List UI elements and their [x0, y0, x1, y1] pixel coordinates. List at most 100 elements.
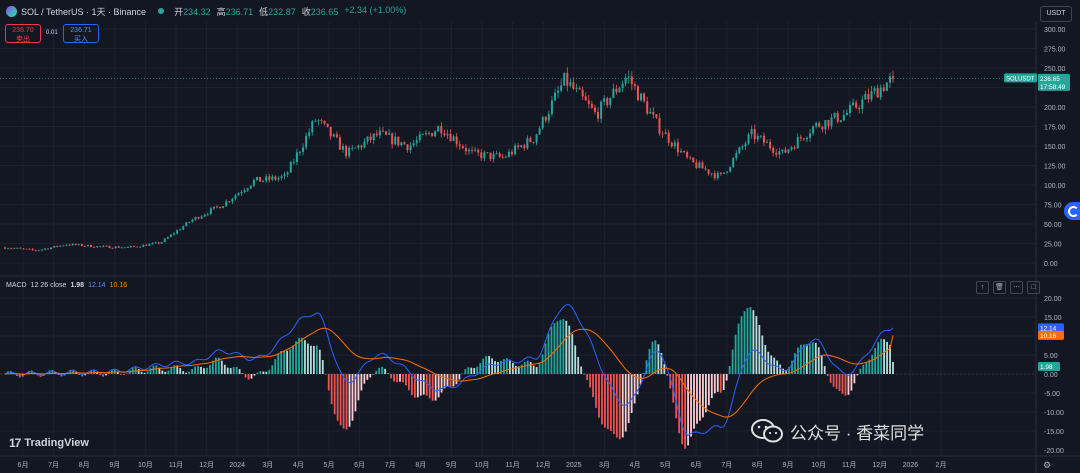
buy-button[interactable]: 236.71 买入	[63, 24, 99, 43]
macd-histogram-bar	[755, 316, 758, 374]
candle-body	[855, 102, 858, 108]
candle-body	[587, 100, 590, 104]
candle-body	[646, 101, 649, 114]
price-countdown-tag-text: 236.65	[1040, 76, 1060, 83]
macd-histogram-bar	[458, 374, 461, 380]
macd-histogram-bar	[589, 374, 591, 388]
currency-selector[interactable]: USDT	[1040, 6, 1072, 22]
candle-body	[501, 156, 504, 158]
move-up-icon[interactable]: ↑	[976, 281, 989, 294]
candle-body	[22, 248, 25, 250]
candle-body	[206, 213, 209, 215]
side-panel-toggle-icon[interactable]	[1064, 202, 1080, 220]
macd-histogram-bar	[592, 374, 594, 398]
maximize-icon[interactable]: □	[1027, 281, 1040, 294]
signal-value-tag-text: 10.16	[1040, 333, 1057, 340]
candle-body	[10, 248, 13, 250]
macd-histogram-bar	[826, 374, 829, 376]
candle-body	[317, 120, 320, 122]
candle-body	[852, 102, 855, 106]
macd-histogram-bar	[422, 374, 425, 395]
candle-body	[848, 105, 851, 113]
macd-histogram-bar	[143, 372, 146, 374]
candle-body	[302, 147, 305, 152]
candle-body	[729, 167, 732, 172]
candle-body	[560, 85, 563, 91]
trash-icon[interactable]: 🗑	[993, 281, 1006, 294]
candle-body	[557, 90, 560, 93]
candle-body	[403, 142, 406, 145]
candle-body	[326, 123, 329, 127]
candle-body	[683, 151, 686, 152]
macd-histogram-bar	[565, 320, 568, 374]
symbol-title[interactable]: SOL / TetherUS · 1天 · Binance	[21, 5, 146, 18]
sell-button[interactable]: 236.70 卖出	[5, 24, 41, 43]
candle-body	[274, 176, 277, 180]
macd-histogram-bar	[618, 374, 621, 440]
macd-histogram-bar	[381, 366, 384, 374]
candle-body	[249, 185, 252, 189]
candle-body	[707, 169, 710, 174]
candle-body	[830, 117, 833, 127]
macd-histogram-bar	[707, 374, 710, 406]
macd-tick-label: 0.00	[1044, 372, 1058, 379]
candle-body	[892, 76, 894, 79]
candle-body	[311, 121, 314, 133]
candle-body	[477, 149, 480, 153]
macd-histogram-bar	[862, 364, 865, 374]
tradingview-logo[interactable]: 17 TradingView	[9, 436, 89, 450]
macd-histogram-bar	[419, 374, 422, 396]
macd-histogram-bar	[559, 319, 562, 374]
candle-body	[90, 244, 93, 248]
candle-body	[824, 120, 827, 130]
macd-legend[interactable]: MACD 12 26 close 1.98 12.14 10.16	[6, 282, 127, 289]
macd-tick-label: -5.00	[1044, 391, 1060, 398]
macd-histogram-bar	[369, 374, 372, 378]
settings-gear-icon[interactable]: ⚙	[1043, 460, 1051, 471]
macd-histogram-bar	[719, 374, 722, 393]
macd-line-value: 12.14	[88, 282, 106, 289]
macd-histogram-bar	[811, 342, 814, 374]
candle-body	[756, 135, 759, 140]
more-icon[interactable]: ⋯	[1010, 281, 1023, 294]
candle-body	[434, 131, 437, 137]
macd-histogram-bar	[725, 374, 728, 381]
candle-body	[793, 147, 796, 149]
macd-histogram-bar	[710, 374, 713, 399]
candle-body	[692, 157, 695, 163]
candle-body	[99, 246, 102, 248]
macd-histogram-bar	[722, 374, 725, 390]
candle-body	[323, 120, 326, 124]
macd-histogram-bar	[119, 373, 122, 375]
chart-canvas[interactable]: 300.00275.00250.00225.00200.00175.00150.…	[0, 0, 1080, 473]
candle-body	[520, 145, 523, 147]
candle-body	[600, 101, 603, 119]
candle-body	[40, 249, 43, 251]
ohlc-high: 236.71	[225, 6, 254, 17]
candle-body	[409, 145, 412, 151]
macd-histogram-bar	[702, 374, 704, 418]
macd-histogram-bar	[244, 374, 247, 378]
candle-body	[154, 242, 157, 244]
candle-body	[7, 248, 10, 250]
candle-body	[864, 94, 867, 100]
macd-histogram-bar	[327, 374, 330, 391]
macd-histogram-bar	[491, 358, 493, 374]
candle-body	[575, 88, 578, 89]
macd-histogram-bar	[461, 373, 464, 375]
ohlc-close: 236.65	[310, 6, 339, 17]
macd-histogram-bar	[681, 374, 684, 445]
macd-histogram-bar	[247, 374, 250, 380]
macd-histogram-bar	[562, 319, 565, 374]
macd-histogram-bar	[615, 374, 618, 438]
candle-body	[750, 128, 753, 135]
candle-body	[172, 233, 175, 235]
ohlc-label-high: 高	[216, 6, 226, 17]
time-tick-label: 2025	[566, 462, 582, 469]
macd-histogram-bar	[170, 367, 173, 374]
macd-histogram-bar	[333, 374, 336, 415]
candle-body	[86, 244, 89, 247]
candle-body	[523, 145, 526, 149]
candle-body	[357, 145, 360, 148]
candle-body	[136, 246, 139, 248]
